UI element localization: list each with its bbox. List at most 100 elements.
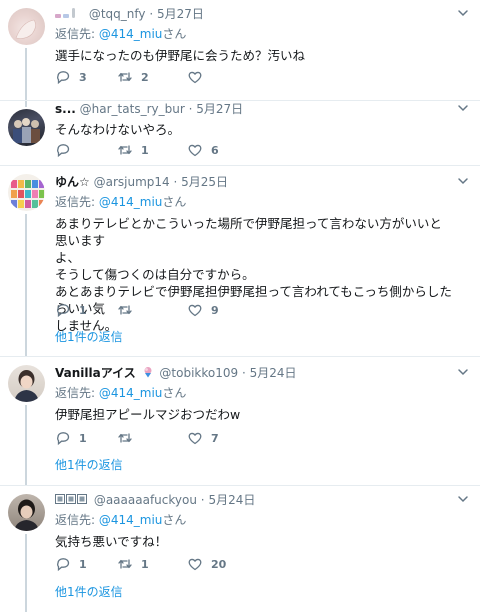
like-button[interactable]: 20 (187, 555, 226, 573)
avatar[interactable] (8, 365, 45, 402)
avatar[interactable] (8, 109, 45, 146)
retweet-button[interactable]: 1 (117, 141, 149, 159)
show-more-replies-link[interactable]: 他1件の返信 (55, 584, 123, 600)
tweet[interactable]: @tqq_nfy · 5月27日 返信先: @414_miuさん 選手になったの… (0, 0, 480, 100)
reply-icon (57, 432, 70, 446)
tweet[interactable]: s... @har_tats_ry_bur · 5月27日 そんなわけないやろ。… (0, 101, 480, 165)
reply-suffix: さん (162, 195, 187, 209)
retweet-button[interactable]: 1 (117, 555, 149, 573)
reply-label: 返信先: (55, 27, 96, 41)
reply-mention[interactable]: @414_miu (99, 513, 163, 527)
reply-button[interactable]: 1 (55, 555, 87, 573)
reply-button[interactable] (55, 141, 79, 159)
tweet-text: そんなわけないやろ。 (55, 122, 181, 137)
caret-down-icon[interactable] (456, 174, 470, 188)
separator-dot: · (241, 366, 246, 380)
retweet-icon (118, 433, 132, 443)
like-button[interactable]: 9 (187, 301, 219, 319)
tweet-header: s... @har_tats_ry_bur · 5月27日 (55, 101, 454, 117)
reply-button[interactable]: 1 (55, 301, 87, 319)
like-button[interactable]: 6 (187, 141, 219, 159)
caret-down-icon[interactable] (456, 6, 470, 20)
like-button[interactable] (187, 68, 211, 86)
tweet-content: s... @har_tats_ry_bur · 5月27日 そんなわけないやろ。 (55, 101, 454, 138)
retweet-count: 2 (141, 70, 149, 84)
tweet[interactable]: ゆん☆ @arsjump14 · 5月25日 返信先: @414_miuさん あ… (0, 166, 480, 356)
reply-label: 返信先: (55, 195, 96, 209)
separator-dot: · (149, 7, 154, 21)
show-more-replies-link[interactable]: 他1件の返信 (55, 329, 123, 345)
thread-line (25, 214, 27, 356)
like-count: 9 (211, 303, 219, 317)
user-handle[interactable]: @aaaaaafuckyou (94, 493, 197, 507)
tweet-text: 伊野尾担アピールマジおつだわw (55, 407, 241, 422)
separator-dot: · (173, 175, 178, 189)
thread-line (25, 405, 27, 485)
caret-down-icon[interactable] (456, 365, 470, 379)
user-handle[interactable]: @har_tats_ry_bur (80, 102, 185, 116)
retweet-icon (118, 305, 132, 315)
tweet-text: 気持ち悪いですね！ (55, 534, 168, 549)
timestamp[interactable]: 5月27日 (196, 102, 243, 116)
user-handle[interactable]: @tqq_nfy (89, 7, 146, 21)
reply-count: 1 (79, 431, 87, 445)
emoji-name-glyphs (55, 7, 81, 23)
ice-cream-emoji-icon (142, 366, 154, 382)
reply-timeline: @tqq_nfy · 5月27日 返信先: @414_miuさん 選手になったの… (0, 0, 480, 612)
tweet[interactable]: Vanillaアイス @tobikko109 · 5月24日 返信先: @414… (0, 357, 480, 485)
like-count: 7 (211, 431, 219, 445)
reply-count: 3 (79, 70, 87, 84)
like-icon (188, 144, 202, 157)
timestamp[interactable]: 5月27日 (157, 7, 204, 21)
emoji-icon (55, 493, 87, 504)
like-icon (188, 432, 202, 445)
user-handle[interactable]: @arsjump14 (94, 175, 170, 189)
reply-button[interactable]: 3 (55, 68, 87, 86)
timestamp[interactable]: 5月25日 (181, 175, 228, 189)
reply-icon (57, 144, 70, 158)
retweet-icon (118, 559, 132, 569)
retweet-button[interactable] (117, 429, 141, 447)
tweet-header: ゆん☆ @arsjump14 · 5月25日 (55, 174, 454, 190)
tweet[interactable]: @aaaaaafuckyou · 5月24日 返信先: @414_miuさん 気… (0, 486, 480, 612)
like-icon (188, 558, 202, 571)
reply-icon (57, 304, 70, 318)
avatar[interactable] (8, 494, 45, 531)
thread-line (25, 534, 27, 612)
retweet-icon (118, 145, 132, 155)
like-count: 20 (211, 557, 227, 571)
retweet-button[interactable] (117, 301, 141, 319)
user-handle[interactable]: @tobikko109 (159, 366, 238, 380)
reply-mention[interactable]: @414_miu (99, 27, 163, 41)
tweet-actions: 1 7 (55, 429, 315, 447)
like-button[interactable]: 7 (187, 429, 219, 447)
tweet-content: Vanillaアイス @tobikko109 · 5月24日 返信先: @414… (55, 365, 454, 423)
reply-button[interactable]: 1 (55, 429, 87, 447)
retweet-icon (118, 72, 132, 82)
reply-suffix: さん (162, 386, 187, 400)
reply-context: 返信先: @414_miuさん (55, 194, 454, 211)
retweet-count: 1 (141, 557, 149, 571)
reply-label: 返信先: (55, 386, 96, 400)
display-name[interactable]: s... (55, 102, 76, 116)
tweet-actions: 1 1 20 (55, 555, 315, 573)
reply-mention[interactable]: @414_miu (99, 386, 163, 400)
retweet-count: 1 (141, 143, 149, 157)
reply-mention[interactable]: @414_miu (99, 195, 163, 209)
avatar[interactable] (8, 174, 45, 211)
caret-down-icon[interactable] (456, 101, 470, 115)
reply-count: 1 (79, 303, 87, 317)
retweet-button[interactable]: 2 (117, 68, 149, 86)
show-more-replies-link[interactable]: 他1件の返信 (55, 457, 123, 473)
timestamp[interactable]: 5月24日 (208, 493, 255, 507)
display-name[interactable]: ゆん☆ (55, 175, 90, 189)
tweet-actions: 1 9 (55, 301, 315, 319)
like-count: 6 (211, 143, 219, 157)
timestamp[interactable]: 5月24日 (250, 366, 297, 380)
avatar[interactable] (8, 8, 45, 45)
tweet-content: @aaaaaafuckyou · 5月24日 返信先: @414_miuさん 気… (55, 492, 454, 550)
display-name[interactable]: Vanillaアイス (55, 366, 136, 380)
tweet-header: Vanillaアイス @tobikko109 · 5月24日 (55, 365, 454, 381)
caret-down-icon[interactable] (456, 492, 470, 506)
tweet-actions: 3 2 (55, 68, 315, 86)
